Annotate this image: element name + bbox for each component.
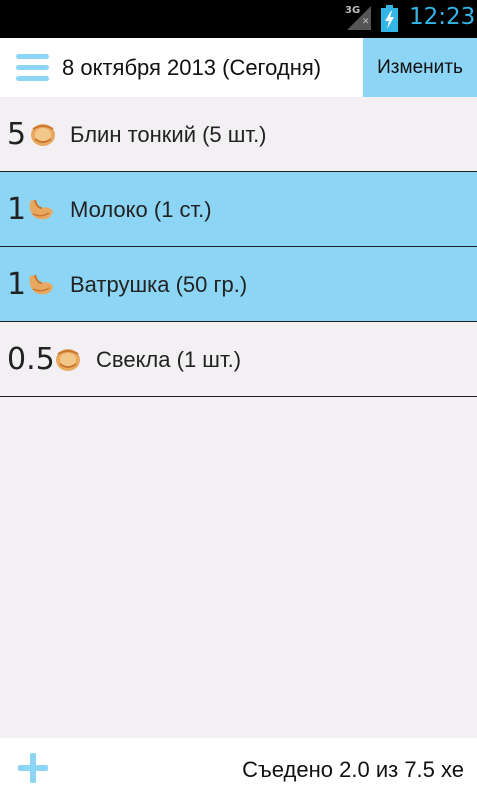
- item-quantity: 0.5: [7, 342, 55, 377]
- battery-charging-icon: [381, 5, 398, 32]
- item-quantity: 1: [7, 267, 27, 302]
- edit-button[interactable]: Изменить: [363, 38, 477, 97]
- item-name: Свекла (1 шт.): [96, 347, 242, 372]
- pancake-icon: [31, 124, 55, 146]
- list-item[interactable]: 0.5 Свекла (1 шт.): [0, 322, 477, 397]
- status-bar: 3G ✕ 12:23: [0, 0, 477, 38]
- list-item[interactable]: 1 Ватрушка (50 гр.): [0, 247, 477, 322]
- item-name: Ватрушка (50 гр.): [70, 272, 248, 297]
- pancake-icon: [56, 349, 80, 371]
- item-quantity: 1: [7, 192, 27, 227]
- bread-roll-icon: [29, 274, 53, 295]
- bread-roll-icon: [29, 199, 53, 220]
- eaten-summary: Съедено 2.0 из 7.5 хе: [242, 757, 464, 782]
- no-data-icon: ✕: [362, 17, 370, 27]
- list-item[interactable]: 1 Молоко (1 ст.): [0, 172, 477, 247]
- item-name: Молоко (1 ст.): [70, 197, 212, 222]
- menu-icon[interactable]: [16, 54, 49, 82]
- page-title[interactable]: 8 октября 2013 (Сегодня): [62, 55, 321, 81]
- add-icon[interactable]: [18, 753, 48, 783]
- bottom-bar: Съедено 2.0 из 7.5 хе: [0, 738, 477, 798]
- item-name: Блин тонкий (5 шт.): [70, 122, 267, 147]
- clock: 12:23: [409, 4, 476, 30]
- action-bar: 8 октября 2013 (Сегодня) Изменить: [0, 38, 477, 97]
- network-type-label: 3G: [345, 5, 361, 16]
- item-quantity: 5: [7, 117, 27, 152]
- food-list: 5 Блин тонкий (5 шт.) 1 Молоко (1 ст.) 1…: [0, 97, 477, 397]
- list-item[interactable]: 5 Блин тонкий (5 шт.): [0, 97, 477, 172]
